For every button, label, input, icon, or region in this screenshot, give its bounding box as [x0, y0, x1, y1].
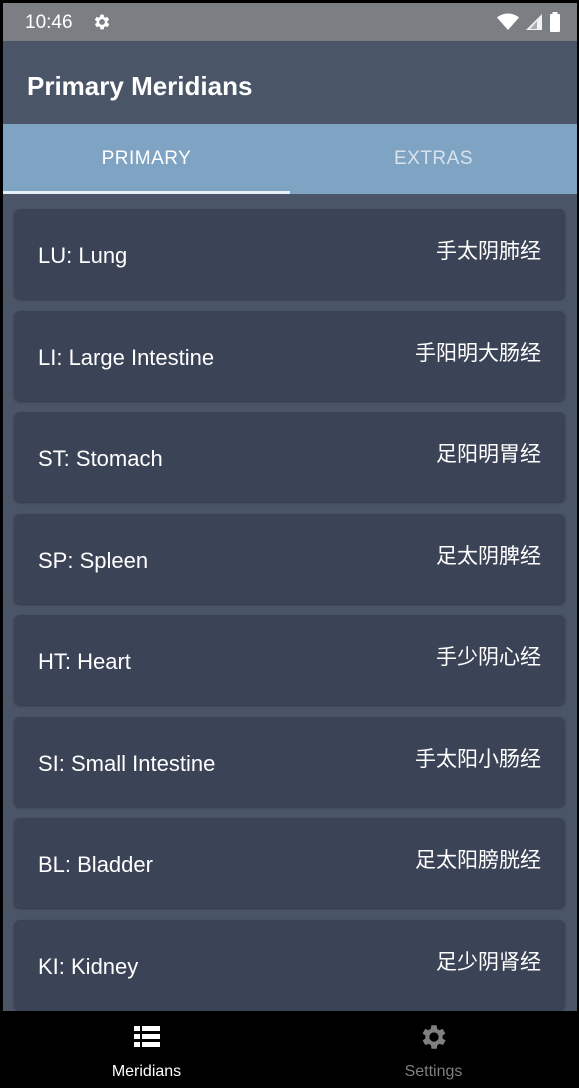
- status-bar: 10:46: [3, 3, 577, 41]
- cellular-signal-icon: [526, 14, 542, 30]
- page-title: Primary Meridians: [27, 71, 253, 101]
- meridian-label: LU: Lung: [38, 243, 128, 268]
- nav-label-settings: Settings: [404, 1063, 463, 1080]
- meridian-label: KI: Kidney: [38, 954, 139, 979]
- meridian-item-heart[interactable]: HT: Heart 手少阴心经: [14, 615, 565, 705]
- meridian-chinese-name: 足阳明胃经: [436, 442, 541, 466]
- meridian-chinese-name: 手阳明大肠经: [415, 341, 541, 365]
- meridian-chinese-name: 手少阴心经: [436, 645, 541, 669]
- meridian-item-spleen[interactable]: SP: Spleen 足太阴脾经: [14, 514, 565, 604]
- nav-meridians[interactable]: Meridians: [3, 1011, 290, 1088]
- meridian-label: LI: Large Intestine: [38, 345, 215, 370]
- meridian-label: HT: Heart: [38, 649, 131, 674]
- tab-extras[interactable]: EXTRAS: [290, 124, 577, 194]
- nav-settings[interactable]: Settings: [290, 1011, 577, 1088]
- meridian-chinese-name: 手太阴肺经: [436, 239, 541, 263]
- meridian-item-small-intestine[interactable]: SI: Small Intestine 手太阳小肠经: [14, 717, 565, 807]
- meridian-label: BL: Bladder: [38, 852, 153, 877]
- app-screen: 10:46 Primary Meridians PRIMARY EXTRAS L…: [3, 3, 577, 1088]
- meridian-label: ST: Stomach: [38, 446, 163, 471]
- meridian-chinese-name: 足太阴脾经: [436, 544, 541, 568]
- meridian-label: SP: Spleen: [38, 548, 149, 573]
- meridian-item-large-intestine[interactable]: LI: Large Intestine 手阳明大肠经: [14, 311, 565, 401]
- app-bar: Primary Meridians: [3, 41, 577, 124]
- wifi-icon: [497, 13, 519, 30]
- tab-selected-indicator: [3, 191, 290, 194]
- status-time: 10:46: [25, 12, 73, 33]
- meridian-label: SI: Small Intestine: [38, 751, 216, 776]
- nav-label-meridians: Meridians: [111, 1063, 182, 1080]
- status-icons: [497, 12, 561, 32]
- gear-icon: [422, 1025, 446, 1049]
- meridian-item-bladder[interactable]: BL: Bladder 足太阳膀胱经: [14, 818, 565, 908]
- meridian-chinese-name: 足少阴肾经: [436, 950, 541, 974]
- list-icon: [134, 1026, 160, 1047]
- meridian-item-lung[interactable]: LU: Lung 手太阴肺经: [14, 209, 565, 299]
- battery-icon: [550, 12, 560, 32]
- meridian-chinese-name: 足太阳膀胱经: [415, 848, 541, 872]
- settings-notification-icon: [94, 14, 110, 30]
- meridian-item-stomach[interactable]: ST: Stomach 足阳明胃经: [14, 412, 565, 502]
- meridian-chinese-name: 手太阳小肠经: [415, 747, 541, 771]
- tab-bar: PRIMARY EXTRAS: [3, 124, 577, 194]
- meridian-item-kidney[interactable]: KI: Kidney 足少阴肾经: [14, 920, 565, 1010]
- tab-primary[interactable]: PRIMARY: [3, 124, 290, 194]
- bottom-navigation: Meridians Settings: [3, 1011, 577, 1088]
